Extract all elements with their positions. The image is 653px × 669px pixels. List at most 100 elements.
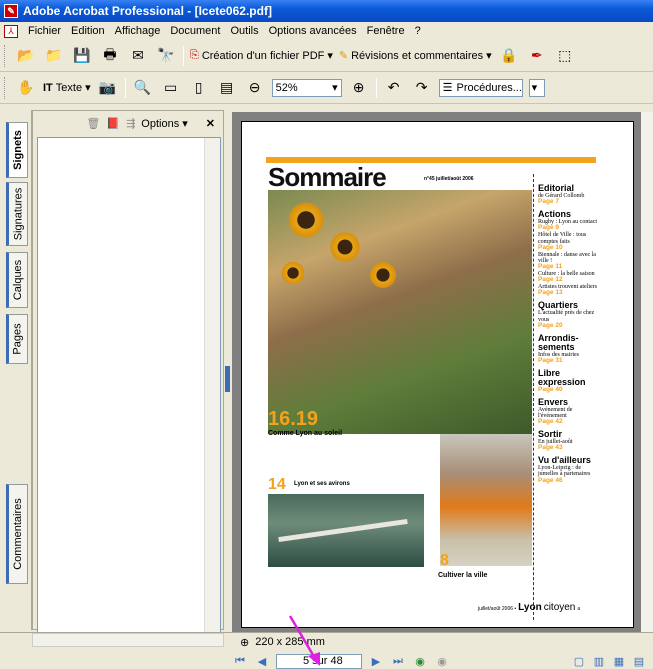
help-search-box[interactable]: ▾ [528, 78, 545, 97]
next-page-icon[interactable]: ▶ [368, 654, 384, 668]
first-page-icon[interactable]: ⏮ [232, 654, 248, 668]
chevron-down-icon: ▾ [327, 50, 333, 62]
sign-pen-icon[interactable]: ✒ [526, 45, 548, 67]
page-number-field[interactable]: 5 sur 48 [276, 653, 362, 669]
section-page-ref: Page 43 [538, 444, 563, 452]
rotate-right-icon[interactable]: ↷ [411, 77, 433, 99]
section-page-ref: Page 13 [538, 289, 563, 297]
feature3-page-number: 8 [440, 552, 449, 569]
tab-calques[interactable]: Calques [6, 252, 28, 308]
window-title: Adobe Acrobat Professional - [Icete062.p… [23, 4, 272, 18]
status-bar: ⊕ 220 x 285 mm ⏮ ◀ 5 sur 48 ▶ ⏭ ◉ ◉ ▢ ▥ … [0, 632, 653, 669]
section-page-ref: Page 20 [538, 321, 563, 329]
procedures-button[interactable]: ☰ Procédures... [438, 78, 523, 97]
section-heading: Editorial [538, 183, 575, 193]
issue-label: n°45 juillet/août 2006 [424, 176, 474, 182]
flower [286, 200, 326, 240]
delete-bookmark-icon[interactable]: 🗑 [86, 117, 100, 130]
menu-fenetre[interactable]: Fenêtre [367, 25, 405, 37]
toolbar-separator [183, 45, 184, 66]
previous-view-icon[interactable]: ◉ [412, 654, 428, 668]
toolbar-grip[interactable] [4, 76, 7, 99]
feature3-caption: Cultiver la ville [438, 572, 488, 579]
save-icon[interactable]: 💾 [71, 45, 93, 67]
previous-page-icon[interactable]: ◀ [254, 654, 270, 668]
single-page-icon[interactable]: ▢ [571, 654, 587, 668]
menu-fichier[interactable]: Fichier [28, 25, 61, 37]
organizer-icon[interactable]: 📁 [43, 45, 65, 67]
lock-icon[interactable]: 🔒 [498, 45, 520, 67]
fit-width-icon[interactable]: ▤ [216, 77, 238, 99]
open-folder-icon[interactable]: 📂 [15, 45, 37, 67]
text-cursor-icon: IT [43, 81, 53, 94]
toolbar-separator [124, 77, 126, 98]
zoom-in-tool-icon[interactable]: 🔍 [132, 77, 154, 99]
new-bookmark-icon[interactable]: 📕 [106, 117, 120, 130]
feature2-caption: Lyon et ses avirons [294, 481, 350, 487]
tab-calques-label: Calques [12, 259, 25, 301]
section-page-ref: Page 11 [538, 263, 563, 271]
search-binoculars-icon[interactable]: 🔭 [155, 45, 177, 67]
menu-edition[interactable]: Edition [71, 25, 105, 37]
feature1-page-number: 16.19 [268, 408, 319, 430]
toolbar-grip[interactable] [4, 44, 7, 67]
procedures-label: Procédures... [456, 81, 522, 94]
close-icon[interactable]: ✕ [206, 117, 215, 130]
snapshot-icon[interactable]: 📷 [97, 77, 119, 99]
section-page-ref: Page 9 [538, 224, 559, 232]
options-menu[interactable]: Options ▾ [141, 117, 188, 130]
panel-horizontal-scrollbar[interactable] [32, 633, 224, 647]
document-scrollbar[interactable] [641, 112, 653, 632]
menu-affichage[interactable]: Affichage [115, 25, 161, 37]
tab-commentaires-label: Commentaires [12, 498, 24, 570]
tab-signets[interactable]: Signets [6, 122, 28, 178]
email-icon[interactable]: ✉ [127, 45, 149, 67]
tab-signatures-label: Signatures [12, 187, 24, 241]
zoom-in-icon[interactable]: ⊕ [348, 77, 370, 99]
rowing-boat [278, 518, 408, 543]
create-pdf-button[interactable]: ⎘ Création d'un fichier PDF ▾ [190, 49, 333, 62]
section-heading: Sortir [538, 428, 563, 439]
continuous-icon[interactable]: ▥ [591, 654, 607, 668]
menu-options-avancees[interactable]: Options avancées [269, 25, 357, 37]
section-heading: Vu d'ailleurs [538, 455, 591, 466]
last-page-icon[interactable]: ⏭ [390, 654, 406, 668]
next-view-icon[interactable]: ◉ [434, 654, 450, 668]
page-size-indicator: ⊕ 220 x 285 mm [240, 635, 360, 649]
fit-page-icon[interactable]: ▯ [188, 77, 210, 99]
footer-brand: citoyen [543, 602, 576, 613]
section-heading: Arrondis-sements [538, 332, 579, 352]
zoom-level-select[interactable]: 52% ▾ [271, 78, 342, 97]
pdf-document-icon[interactable]: ⅄ [4, 24, 18, 38]
menu-document[interactable]: Document [170, 25, 220, 37]
panel-splitter[interactable] [224, 110, 232, 630]
chevron-down-icon: ▾ [486, 50, 492, 62]
hand-tool-icon[interactable]: ✋ [15, 77, 37, 99]
tab-signets-label: Signets [12, 130, 25, 170]
text-select-tool[interactable]: IT Texte ▾ [43, 81, 91, 95]
tab-commentaires[interactable]: Commentaires [6, 484, 28, 584]
splitter-handle[interactable] [225, 366, 230, 392]
menu-help[interactable]: ? [415, 25, 421, 37]
bookmarks-list[interactable] [37, 137, 221, 642]
tab-signatures[interactable]: Signatures [6, 182, 28, 246]
page-title: Sommaire [268, 162, 387, 192]
chevron-down-icon: ▾ [332, 82, 338, 94]
tab-pages[interactable]: Pages [6, 314, 28, 364]
section-page-ref: Page 42 [538, 418, 563, 426]
print-icon[interactable]: 🖶 [99, 45, 121, 67]
facing-icon[interactable]: ▦ [611, 654, 627, 668]
continuous-facing-icon[interactable]: ▤ [631, 654, 647, 668]
contents-sidebar: Editorial de Gérard Collomb Page 7 Actions R… [538, 180, 602, 485]
menu-outils[interactable]: Outils [230, 25, 258, 37]
rotate-left-icon[interactable]: ↶ [383, 77, 405, 99]
document-view[interactable]: Sommaire n°45 juillet/août 2006 16.19 Co… [232, 112, 653, 632]
review-label: Révisions et commentaires [351, 49, 484, 62]
expand-bookmark-icon[interactable]: ⇶ [126, 117, 135, 130]
zoom-out-icon[interactable]: ⊖ [244, 77, 266, 99]
review-comments-button[interactable]: ✎ Révisions et commentaires ▾ [339, 49, 492, 63]
section-page-ref: Page 40 [538, 385, 563, 393]
actual-size-icon[interactable]: ▭ [160, 77, 182, 99]
bookmarks-scrollbar[interactable] [204, 138, 220, 641]
select-tool-icon[interactable]: ⬚ [554, 45, 576, 67]
